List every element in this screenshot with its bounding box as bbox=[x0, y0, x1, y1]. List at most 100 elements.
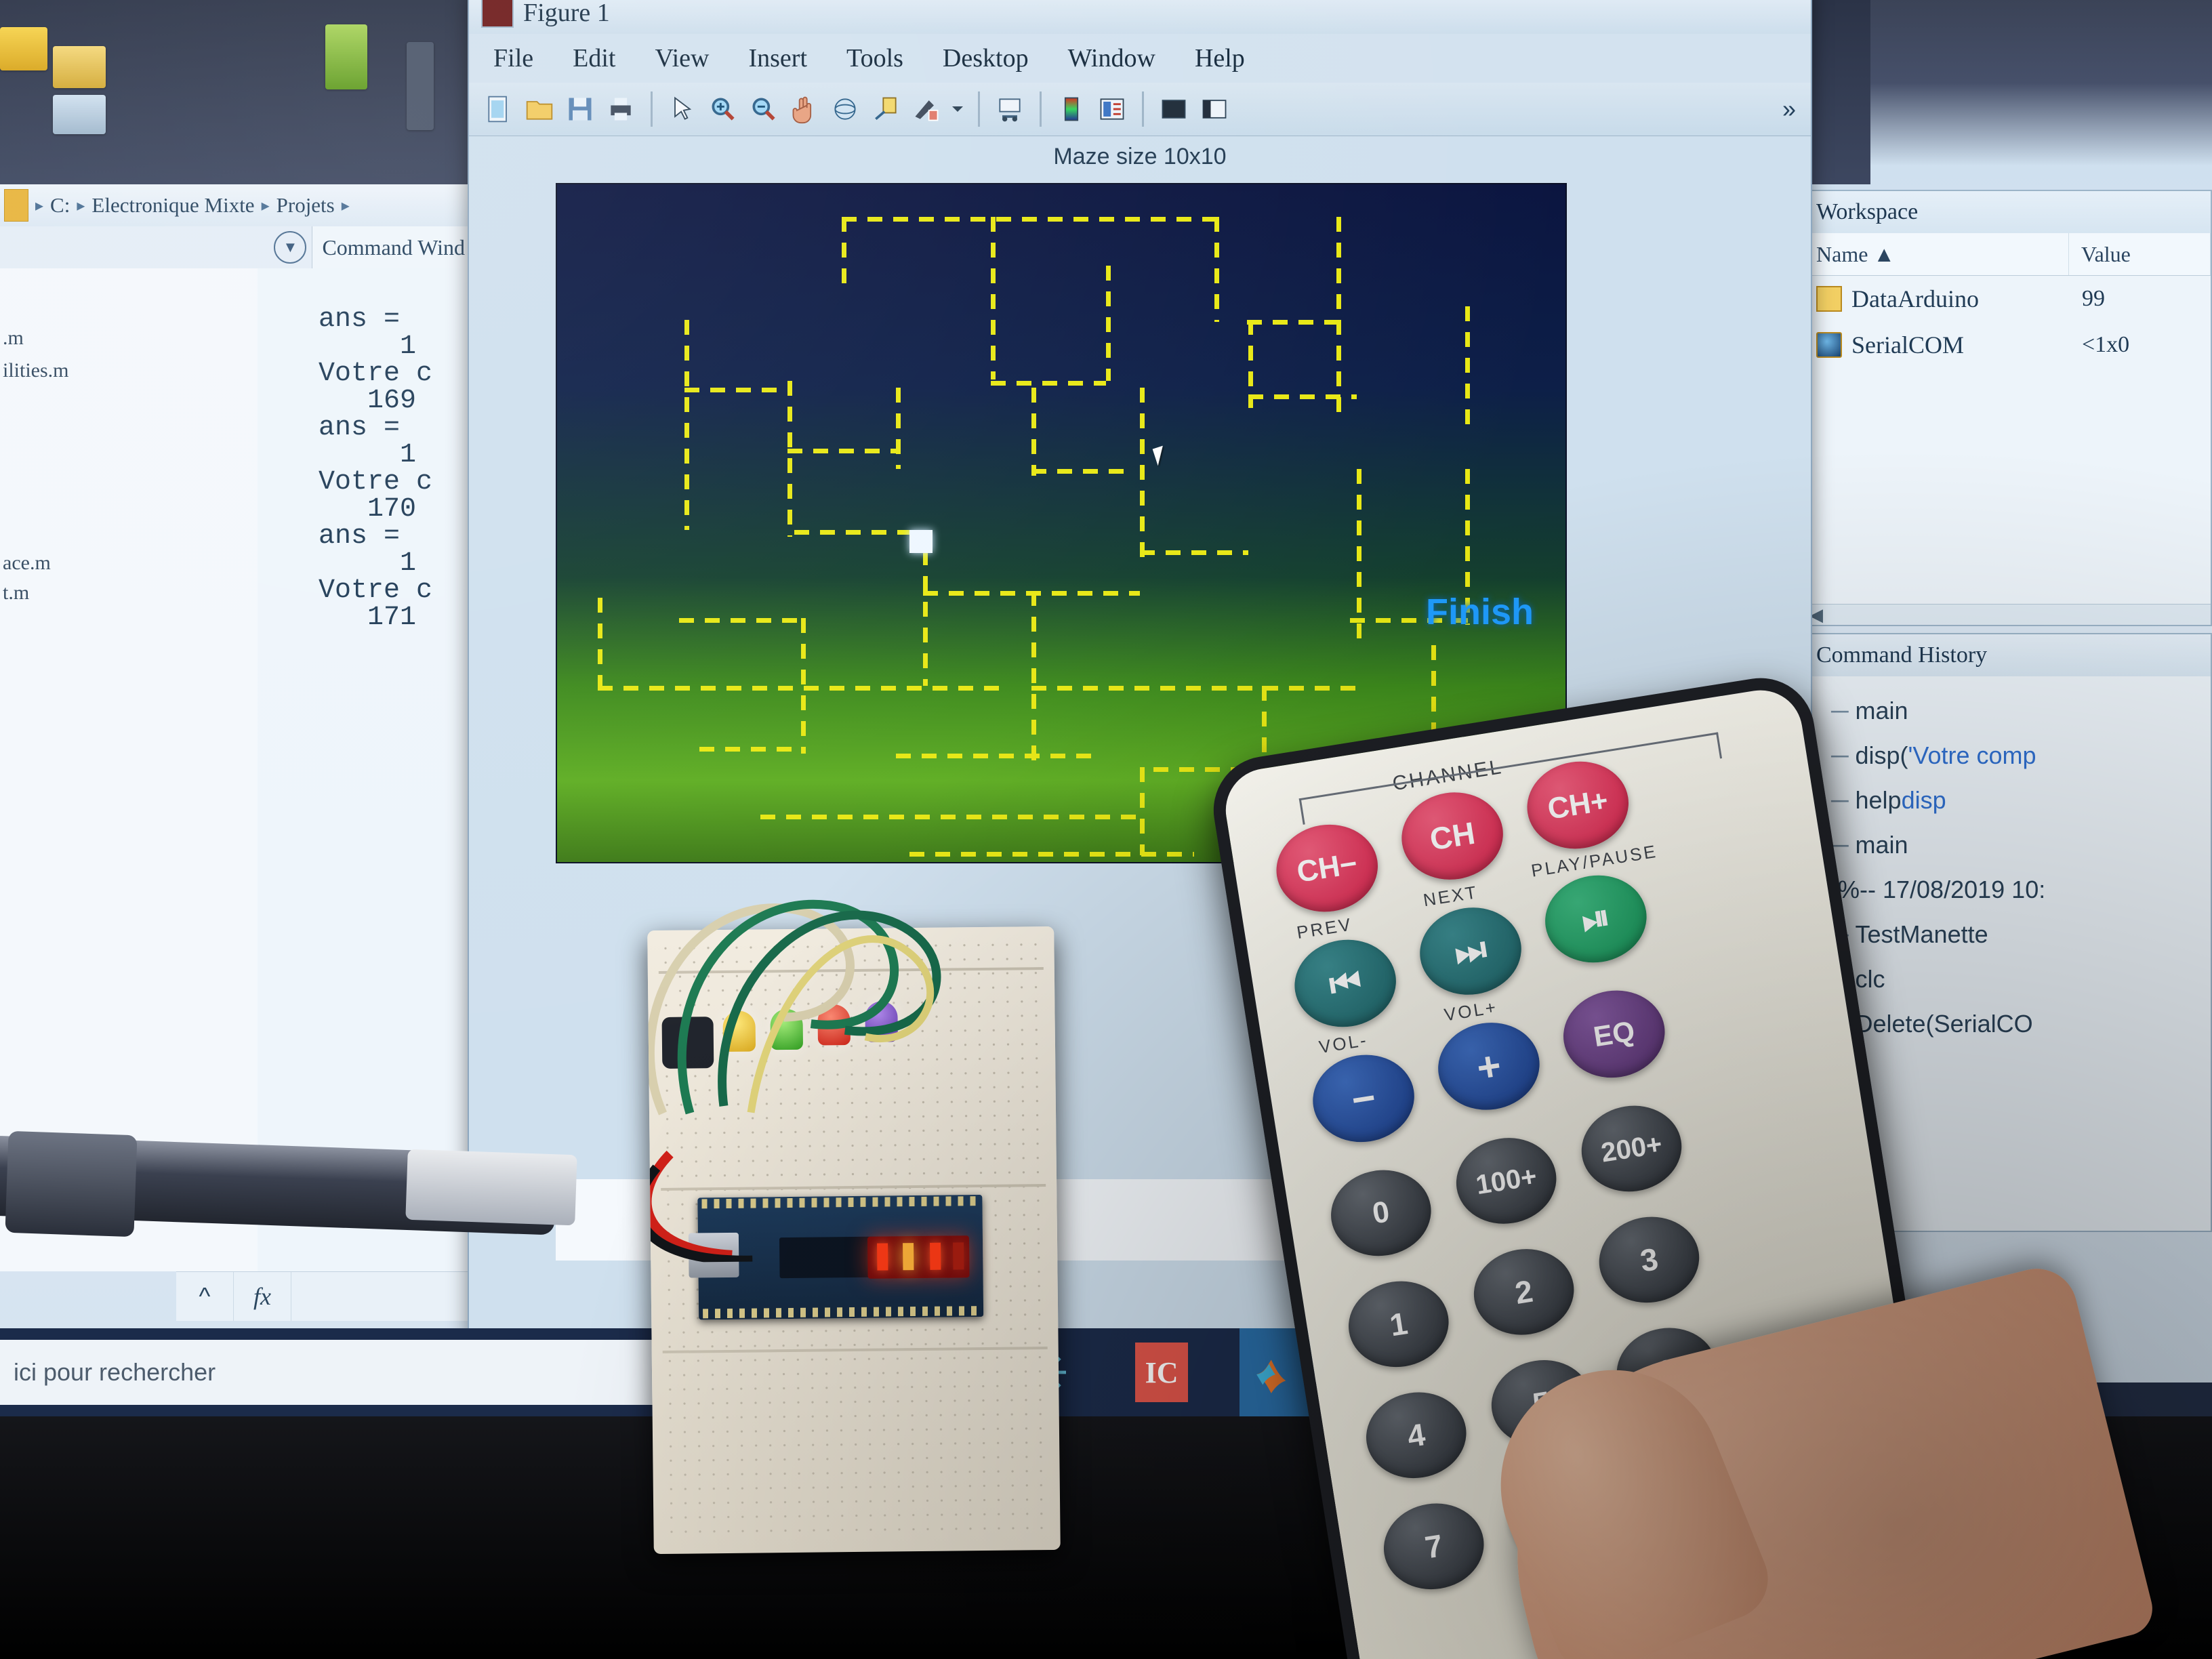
command-output-line: Votre c bbox=[319, 359, 433, 389]
column-header-name[interactable]: Name ▲ bbox=[1804, 233, 2069, 275]
arduino-nano-board bbox=[688, 1195, 984, 1320]
pointer-icon[interactable] bbox=[663, 90, 701, 128]
breadcrumb-item-2[interactable]: Projets bbox=[276, 193, 335, 218]
maze-wall bbox=[1336, 217, 1341, 413]
fx-prompt-icon[interactable]: fx bbox=[234, 1272, 291, 1321]
history-item-text: clc bbox=[1855, 965, 1885, 993]
command-window[interactable]: ans = 1 Votre c 169 ans = 1 Votre c 170 bbox=[258, 268, 474, 1271]
mouse-cursor-icon bbox=[1152, 443, 1175, 466]
panel-tabstrip: ▼ Command Wind bbox=[0, 226, 474, 269]
chevron-down-icon[interactable]: ▼ bbox=[274, 231, 307, 264]
ribbon-icon-import[interactable] bbox=[325, 24, 367, 89]
search-input[interactable]: ici pour rechercher 🎤 bbox=[0, 1340, 758, 1405]
figure-menubar[interactable]: File Edit View Insert Tools Desktop Wind… bbox=[469, 34, 1811, 83]
remote-button-ch-minus[interactable]: CH− bbox=[1270, 817, 1385, 920]
menu-desktop[interactable]: Desktop bbox=[943, 43, 1029, 73]
figure-titlebar[interactable]: Figure 1 bbox=[469, 0, 1811, 34]
list-item[interactable]: ilities.m bbox=[0, 359, 258, 382]
figure-toolbar[interactable]: » bbox=[469, 83, 1811, 136]
menu-view[interactable]: View bbox=[655, 43, 709, 73]
remote-button-eq[interactable]: EQ bbox=[1557, 983, 1671, 1085]
maze-wall bbox=[1140, 767, 1145, 855]
history-item[interactable]: ─ help disp bbox=[1831, 778, 2211, 823]
remote-button-next[interactable]: ⏭ bbox=[1413, 900, 1528, 1002]
maze-wall bbox=[1247, 320, 1342, 325]
led-yellow bbox=[722, 1010, 756, 1052]
list-item[interactable]: ace.m bbox=[0, 552, 258, 575]
ribbon-icon-layout[interactable] bbox=[407, 42, 434, 130]
breadcrumb-item-1[interactable]: Electronique Mixte bbox=[91, 193, 254, 218]
show-plot-tools-icon[interactable] bbox=[1195, 90, 1233, 128]
tab-command-window[interactable]: Command Wind bbox=[312, 226, 474, 268]
data-cursor-icon[interactable] bbox=[867, 90, 905, 128]
colorbar-icon[interactable] bbox=[1052, 90, 1090, 128]
maze-wall bbox=[842, 217, 846, 285]
history-item[interactable]: ─ disp( 'Votre comp bbox=[1831, 733, 2211, 778]
menu-edit[interactable]: Edit bbox=[573, 43, 615, 73]
history-item[interactable]: ─ TestManette bbox=[1831, 912, 2211, 957]
remote-button-3[interactable]: 3 bbox=[1593, 1210, 1706, 1310]
save-figure-icon[interactable] bbox=[561, 90, 599, 128]
remote-button-100plus[interactable]: 100+ bbox=[1450, 1130, 1563, 1231]
ribbon-icon-newscript[interactable] bbox=[0, 27, 47, 70]
menu-insert[interactable]: Insert bbox=[748, 43, 807, 73]
remote-button-vol-plus[interactable]: + bbox=[1431, 1015, 1546, 1118]
dropdown-arrow-icon[interactable] bbox=[948, 90, 967, 128]
remote-button-0[interactable]: 0 bbox=[1324, 1163, 1437, 1263]
remote-button-200plus[interactable]: 200+ bbox=[1575, 1099, 1688, 1199]
history-item[interactable]: ─ Delete(SerialCO bbox=[1831, 1002, 2211, 1046]
command-history-title: Command History bbox=[1804, 634, 2211, 676]
menu-help[interactable]: Help bbox=[1195, 43, 1245, 73]
breadcrumb-item-0[interactable]: C: bbox=[50, 193, 70, 218]
remote-button-prev[interactable]: ⏮ bbox=[1288, 933, 1403, 1034]
maze-wall bbox=[794, 530, 916, 535]
zoom-out-icon[interactable] bbox=[745, 90, 783, 128]
current-folder-list[interactable]: .m ilities.m ace.m t.m bbox=[0, 268, 258, 1271]
history-item-keyword: disp bbox=[1901, 786, 1946, 814]
collapse-icon[interactable]: ^ bbox=[176, 1272, 234, 1321]
ribbon-icon-openfolder[interactable] bbox=[53, 46, 106, 88]
remote-button-2[interactable]: 2 bbox=[1467, 1242, 1580, 1343]
list-item[interactable]: .m bbox=[0, 327, 258, 350]
display-digit bbox=[930, 1242, 941, 1270]
search-placeholder-text: ici pour rechercher bbox=[14, 1358, 216, 1386]
history-item[interactable]: ─ main bbox=[1831, 689, 2211, 733]
link-plot-icon[interactable] bbox=[991, 90, 1029, 128]
breadcrumb[interactable]: ▸ C: ▸ Electronique Mixte ▸ Projets ▸ bbox=[0, 184, 478, 227]
history-group[interactable]: − %-- 17/08/2019 10: bbox=[1812, 867, 2211, 912]
history-item[interactable]: ─ main bbox=[1831, 823, 2211, 867]
pan-icon[interactable] bbox=[785, 90, 823, 128]
toolbar-overflow-icon[interactable]: » bbox=[1782, 95, 1796, 123]
menu-window[interactable]: Window bbox=[1068, 43, 1155, 73]
led-purple bbox=[865, 1001, 898, 1042]
horizontal-scrollbar[interactable]: ◀ bbox=[1804, 604, 2211, 625]
ribbon-icon-compare[interactable] bbox=[53, 95, 106, 134]
zoom-in-icon[interactable] bbox=[704, 90, 742, 128]
remote-button-vol-minus[interactable]: − bbox=[1306, 1047, 1421, 1149]
menu-tools[interactable]: Tools bbox=[846, 43, 903, 73]
list-item[interactable]: t.m bbox=[0, 581, 258, 605]
rotate-3d-icon[interactable] bbox=[826, 90, 864, 128]
maze-wall bbox=[684, 388, 786, 392]
table-row[interactable]: SerialCOM <1x0 bbox=[1804, 322, 2211, 368]
print-figure-icon[interactable] bbox=[602, 90, 640, 128]
menu-file[interactable]: File bbox=[493, 43, 533, 73]
remote-button-7[interactable]: 7 bbox=[1377, 1496, 1490, 1597]
new-figure-icon[interactable] bbox=[480, 90, 518, 128]
history-item[interactable]: ─ clc bbox=[1831, 957, 2211, 1002]
brush-icon[interactable] bbox=[907, 90, 945, 128]
hide-plot-tools-icon[interactable] bbox=[1155, 90, 1193, 128]
table-row[interactable]: DataArduino 99 bbox=[1804, 276, 2211, 322]
open-file-icon[interactable] bbox=[520, 90, 558, 128]
maze-wall bbox=[760, 815, 1140, 819]
remote-button-1[interactable]: 1 bbox=[1342, 1274, 1455, 1374]
maze-wall bbox=[842, 217, 1214, 222]
remote-button-4[interactable]: 4 bbox=[1359, 1385, 1473, 1486]
remote-button-play-pause[interactable]: ⏯ bbox=[1538, 868, 1653, 970]
history-item-text: main bbox=[1855, 831, 1908, 859]
proteus-isis-icon[interactable]: IC bbox=[1124, 1328, 1200, 1416]
column-header-value[interactable]: Value bbox=[2069, 233, 2211, 275]
command-output-line: ans = bbox=[319, 413, 401, 443]
breadboard bbox=[644, 900, 1061, 1555]
legend-icon[interactable] bbox=[1093, 90, 1131, 128]
